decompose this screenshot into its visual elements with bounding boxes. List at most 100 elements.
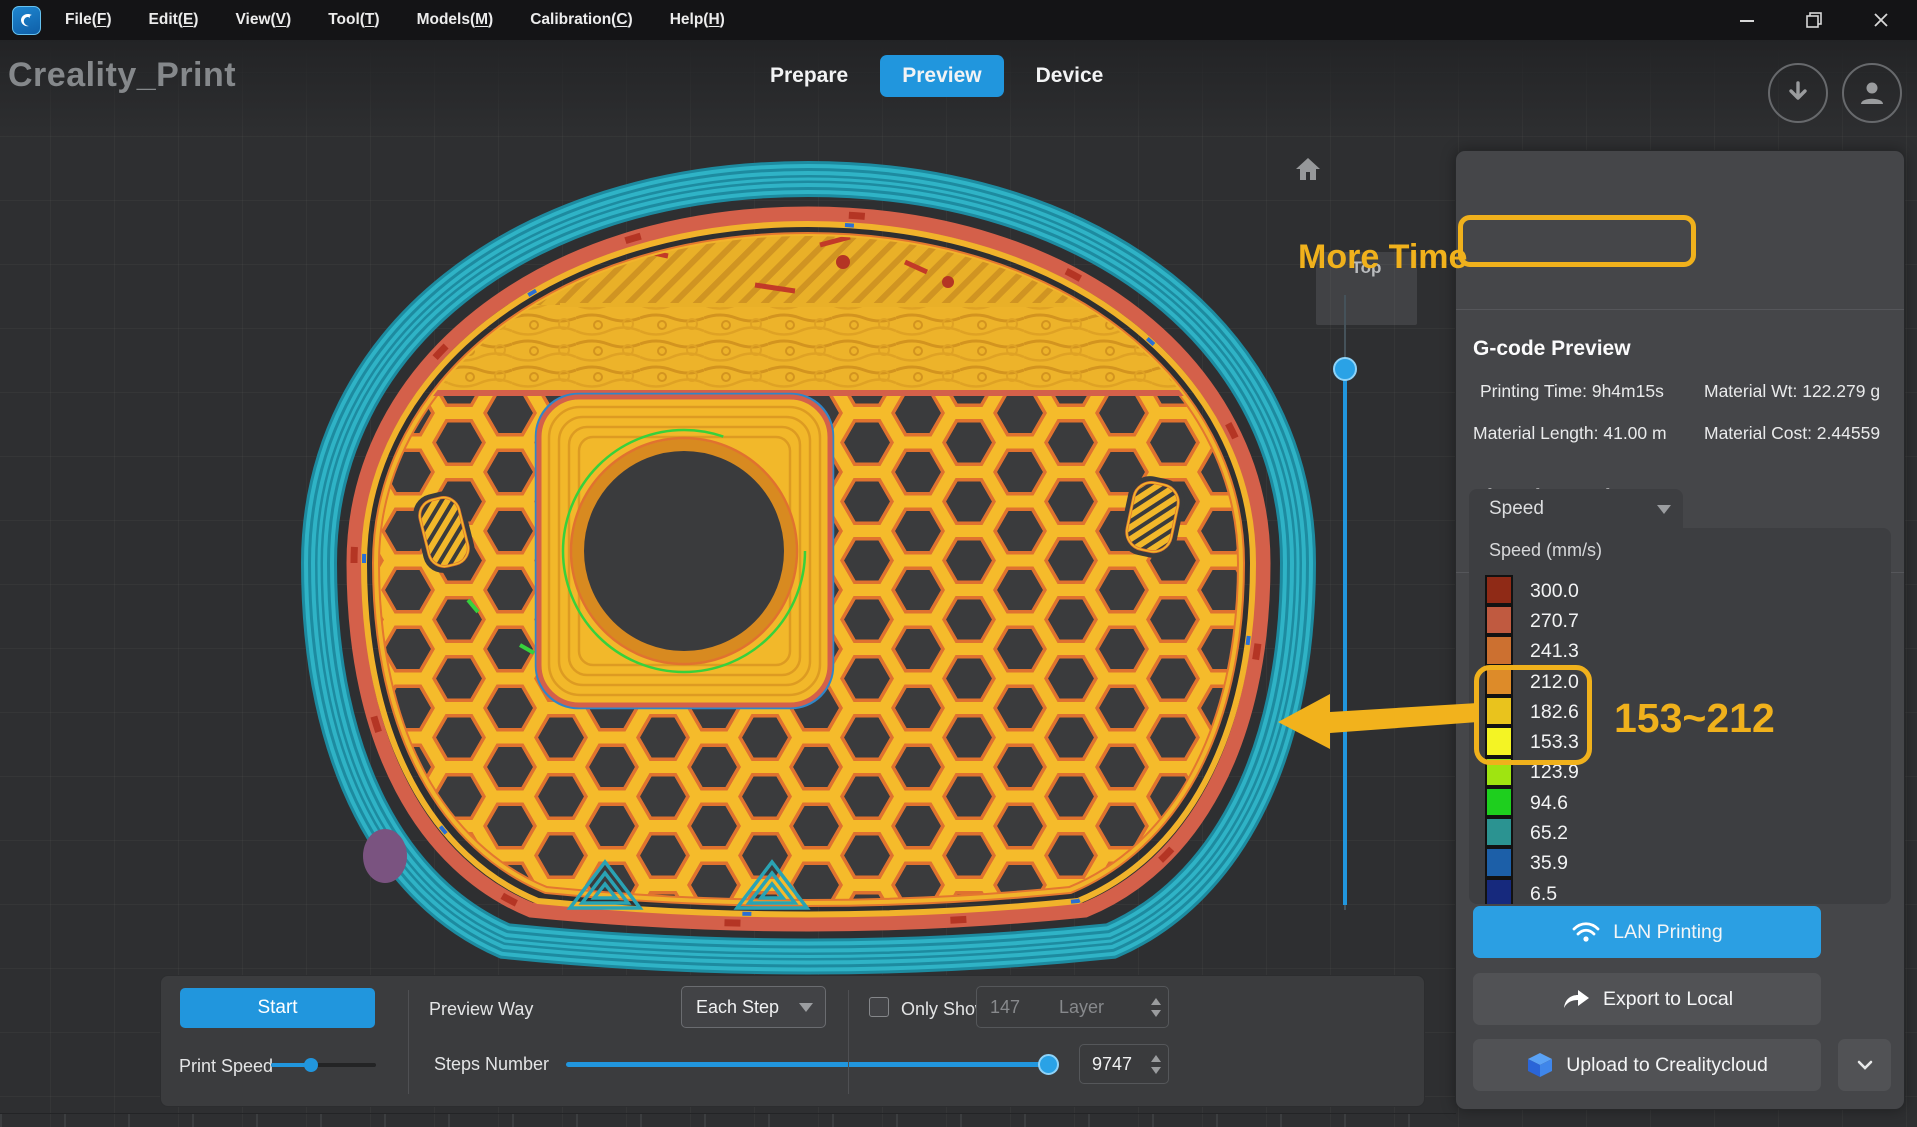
spinner-arrows[interactable]: [1151, 1055, 1161, 1074]
chevron-down-icon: [1857, 1060, 1873, 1070]
export-icon: [1561, 987, 1591, 1011]
tab-preview[interactable]: Preview: [880, 55, 1003, 97]
chevron-down-icon: [799, 1003, 813, 1012]
steps-number-input[interactable]: 9747: [1079, 1044, 1169, 1084]
printing-time-stat: Printing Time: 9h4m15s: [1480, 381, 1664, 402]
restore-icon[interactable]: [1804, 10, 1824, 30]
legend-row: 270.7: [1485, 606, 1579, 636]
creality-cloud-cube-icon: [1526, 1051, 1554, 1079]
preview-way-dropdown[interactable]: Each Step: [681, 986, 826, 1028]
app-title: Creality_Print: [8, 56, 236, 95]
menu-bar: File(F) Edit(E) View(V) Tool(T) Models(M…: [0, 0, 1917, 40]
upload-to-crealitycloud-button[interactable]: Upload to Crealitycloud: [1473, 1039, 1821, 1091]
legend-swatch: [1485, 696, 1513, 726]
legend-type-value: Speed: [1489, 498, 1544, 520]
chevron-down-icon: [1657, 505, 1671, 514]
close-icon[interactable]: [1871, 10, 1891, 30]
tab-prepare[interactable]: Prepare: [748, 55, 870, 97]
legend-swatch: [1485, 847, 1513, 877]
export-to-local-button[interactable]: Export to Local: [1473, 973, 1821, 1025]
legend-swatch: [1485, 757, 1513, 787]
preview-way-value: Each Step: [696, 997, 779, 1018]
legend-row: 35.9: [1485, 849, 1579, 879]
layer-suffix-label: Layer: [1059, 997, 1104, 1018]
download-button[interactable]: [1768, 63, 1828, 123]
legend-swatch: [1485, 666, 1513, 696]
spinner-down-icon: [1151, 1010, 1161, 1017]
upload-options-button[interactable]: [1838, 1039, 1891, 1091]
legend-row: 300.0: [1485, 576, 1579, 606]
legend-swatch: [1485, 635, 1513, 665]
material-cost-stat: Material Cost: 2.44559: [1704, 423, 1880, 444]
preview-control-bar: Start Print Speed Preview Way Each Step …: [160, 975, 1425, 1107]
print-speed-slider[interactable]: [271, 1063, 376, 1067]
speed-legend: Speed (mm/s) 300.0 270.7 241.3 212.0 182…: [1469, 528, 1891, 904]
legend-row: 94.6: [1485, 788, 1579, 818]
gcode-preview-panel: G-code Preview Printing Time: 9h4m15s Ma…: [1455, 150, 1905, 1110]
only-show-label: Only Show: [901, 999, 988, 1020]
menu-items: File(F) Edit(E) View(V) Tool(T) Models(M…: [65, 11, 725, 29]
legend-row: 123.9: [1485, 758, 1579, 788]
legend-swatch: [1485, 787, 1513, 817]
menu-tool[interactable]: Tool(T): [328, 11, 379, 29]
legend-swatch: [1485, 726, 1513, 756]
layer-range-slider[interactable]: [1332, 295, 1358, 910]
spinner-up-icon: [1151, 1055, 1161, 1062]
minimize-icon[interactable]: [1737, 10, 1757, 30]
menu-file[interactable]: File(F): [65, 11, 112, 29]
print-speed-slider-handle[interactable]: [304, 1058, 318, 1072]
legend-row: 65.2: [1485, 818, 1579, 848]
material-length-stat: Material Length: 41.00 m: [1473, 423, 1667, 444]
only-show-checkbox[interactable]: [869, 997, 889, 1017]
preview-way-label: Preview Way: [429, 999, 533, 1020]
gcode-preview-title: G-code Preview: [1473, 337, 1631, 361]
view-cube-label: Top: [1352, 258, 1382, 278]
download-icon: [1785, 80, 1811, 106]
spinner-arrows[interactable]: [1151, 998, 1161, 1017]
legend-row: 6.5: [1485, 879, 1579, 904]
legend-swatch: [1485, 575, 1513, 605]
divider: [848, 990, 849, 1094]
lan-printing-button[interactable]: LAN Printing: [1473, 906, 1821, 958]
legend-swatch: [1485, 817, 1513, 847]
steps-number-slider[interactable]: [566, 1062, 1049, 1067]
user-icon: [1857, 78, 1887, 108]
workflow-tabs: Prepare Preview Device: [748, 55, 1125, 97]
creality-print-window: File(F) Edit(E) View(V) Tool(T) Models(M…: [0, 0, 1917, 1127]
lan-printing-label: LAN Printing: [1613, 921, 1722, 944]
spinner-up-icon: [1151, 998, 1161, 1005]
layer-number-placeholder: 147: [990, 997, 1020, 1018]
legend-row: 212.0: [1485, 667, 1579, 697]
legend-row: 241.3: [1485, 637, 1579, 667]
steps-number-slider-handle[interactable]: [1038, 1054, 1059, 1075]
window-controls: [1737, 10, 1917, 30]
legend-swatch: [1485, 605, 1513, 635]
tab-device[interactable]: Device: [1014, 55, 1126, 97]
menu-view[interactable]: View(V): [235, 11, 291, 29]
layer-slider-handle[interactable]: [1333, 357, 1357, 381]
material-wt-stat: Material Wt: 122.279 g: [1704, 381, 1880, 402]
menu-models[interactable]: Models(M): [417, 11, 494, 29]
wifi-icon: [1571, 920, 1601, 944]
menu-edit[interactable]: Edit(E): [149, 11, 199, 29]
start-button[interactable]: Start: [180, 988, 375, 1028]
divider: [408, 990, 409, 1094]
model-center-feature: [536, 394, 833, 708]
legend-rows: 300.0 270.7 241.3 212.0 182.6 153.3 123.…: [1485, 576, 1579, 904]
menu-help[interactable]: Help(H): [670, 11, 725, 29]
model-seam-marker: [363, 829, 407, 883]
layer-slider-active-range: [1343, 380, 1347, 905]
layer-number-input[interactable]: 147 Layer: [976, 986, 1169, 1028]
section-divider: [1456, 309, 1904, 310]
app-logo-icon[interactable]: [12, 6, 41, 35]
spinner-down-icon: [1151, 1067, 1161, 1074]
menu-calibration[interactable]: Calibration(C): [530, 11, 633, 29]
legend-row: 182.6: [1485, 697, 1579, 727]
legend-unit-label: Speed (mm/s): [1489, 540, 1602, 561]
home-view-button[interactable]: [1294, 156, 1322, 187]
upload-to-crealitycloud-label: Upload to Crealitycloud: [1566, 1054, 1768, 1077]
legend-type-dropdown[interactable]: Speed: [1469, 489, 1683, 529]
export-to-local-label: Export to Local: [1603, 988, 1733, 1011]
account-button[interactable]: [1842, 63, 1902, 123]
print-speed-label: Print Speed: [179, 1056, 273, 1077]
